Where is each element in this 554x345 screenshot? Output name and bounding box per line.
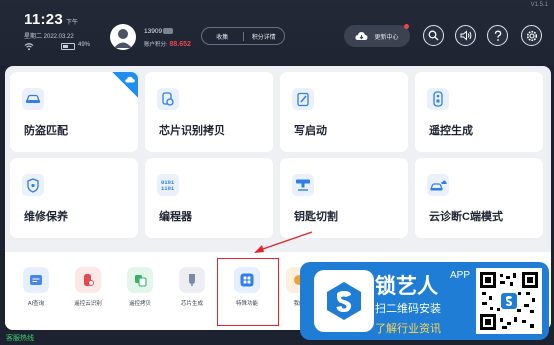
highlight-box — [217, 258, 279, 326]
collect-button[interactable]: 收集 — [202, 32, 243, 41]
account-number: 13909 — [144, 28, 174, 35]
card-label: 云诊断C端模式 — [429, 211, 503, 223]
volume-icon — [460, 30, 471, 41]
gear-icon — [526, 30, 537, 41]
card-remote-generate[interactable]: 遥控生成 — [415, 72, 543, 152]
industry-news-text: 了解行业资讯 — [375, 323, 441, 335]
brand-name: 锁艺人 — [375, 275, 438, 298]
dock-remote-cloud-recognition[interactable]: 遥控云识别 — [66, 267, 110, 307]
masked-digits — [163, 28, 174, 35]
update-center-label: 更新中心 — [374, 34, 399, 41]
card-label: 编程器 — [159, 211, 192, 223]
dock-label: 遥控云识别 — [74, 301, 102, 307]
programmer-icon: 0101 1101 — [157, 174, 179, 196]
dock-label: 遥控拷贝 — [128, 301, 151, 307]
card-key-cutting[interactable]: 钥匙切割 — [280, 158, 408, 238]
ai-query-icon — [23, 267, 49, 293]
battery-icon — [61, 43, 75, 50]
status-header: V1.5.1 11:23 下午 星期二 2022.03.22 49% 13909… — [0, 0, 554, 66]
date-label: 星期二 2022.03.22 — [24, 34, 74, 40]
dock-chip-generate[interactable]: 芯片生成 — [170, 267, 214, 307]
car-icon — [22, 88, 44, 110]
qr-code-icon[interactable] — [476, 268, 542, 334]
cloud-badge — [112, 72, 138, 98]
write-start-icon — [292, 88, 314, 110]
device-status: 49% — [24, 42, 99, 51]
card-label: 防盗匹配 — [24, 125, 68, 137]
help-button[interactable] — [487, 25, 508, 46]
hotline-link[interactable]: 客服热线 — [6, 333, 34, 343]
volume-button[interactable] — [455, 25, 476, 46]
update-center-button[interactable]: 更新中心 — [344, 24, 410, 47]
remote-copy-icon — [127, 267, 153, 293]
svg-text:1101: 1101 — [161, 185, 175, 192]
brand-app-tag: APP — [450, 270, 471, 281]
remote-cloud-icon — [75, 267, 101, 293]
search-icon — [428, 30, 439, 41]
search-button[interactable] — [423, 25, 444, 46]
clock: 11:23 — [24, 11, 64, 28]
watermark-banner: 锁艺人 APP 扫二维码安装 了解行业资讯 — [300, 262, 549, 340]
dock-label: 芯片生成 — [180, 301, 203, 307]
wifi-icon — [24, 43, 34, 51]
chip-copy-icon — [157, 88, 179, 110]
card-chip-copy[interactable]: 芯片识别拷贝 — [145, 72, 273, 152]
version-label: V1.5.1 — [530, 2, 548, 8]
account-actions: 收集 积分详情 — [201, 27, 285, 45]
cloud-download-icon — [355, 32, 368, 40]
dock-remote-copy[interactable]: 遥控拷贝 — [118, 267, 162, 307]
card-label: 维修保养 — [24, 211, 68, 223]
card-anti-theft-match[interactable]: 防盗匹配 — [10, 72, 138, 152]
cloud-car-icon — [427, 174, 449, 196]
dock-ai-query[interactable]: AI查询 — [14, 267, 58, 307]
card-maintenance[interactable]: 维修保养 — [10, 158, 138, 238]
help-icon — [494, 30, 501, 41]
remote-icon — [427, 88, 449, 110]
points-detail-button[interactable]: 积分详情 — [244, 32, 285, 41]
key-cutting-icon — [292, 174, 314, 196]
points-value: 88.652 — [169, 41, 191, 48]
card-label: 钥匙切割 — [294, 211, 338, 223]
battery-percent: 49% — [78, 42, 91, 48]
points-row: 账户积分: 88.652 — [144, 41, 191, 48]
avatar[interactable] — [110, 24, 136, 50]
brand-logo-icon — [314, 270, 374, 332]
chip-gen-icon — [179, 267, 205, 293]
notification-dot — [404, 24, 409, 29]
card-write-start[interactable]: 写启动 — [280, 72, 408, 152]
maintenance-icon — [22, 174, 44, 196]
card-programmer[interactable]: 0101 1101 编程器 — [145, 158, 273, 238]
cloud-icon — [125, 76, 135, 83]
user-icon — [114, 29, 132, 48]
card-label: 写启动 — [294, 125, 327, 137]
scan-install-text: 扫二维码安装 — [375, 303, 441, 315]
settings-button[interactable] — [521, 25, 542, 46]
card-label: 遥控生成 — [429, 125, 473, 137]
card-cloud-diagnosis[interactable]: 云诊断C端模式 — [415, 158, 543, 238]
card-label: 芯片识别拷贝 — [159, 125, 225, 137]
pointer-arrow — [254, 231, 313, 253]
dock-label: AI查询 — [27, 301, 45, 307]
am-pm: 下午 — [66, 20, 79, 26]
